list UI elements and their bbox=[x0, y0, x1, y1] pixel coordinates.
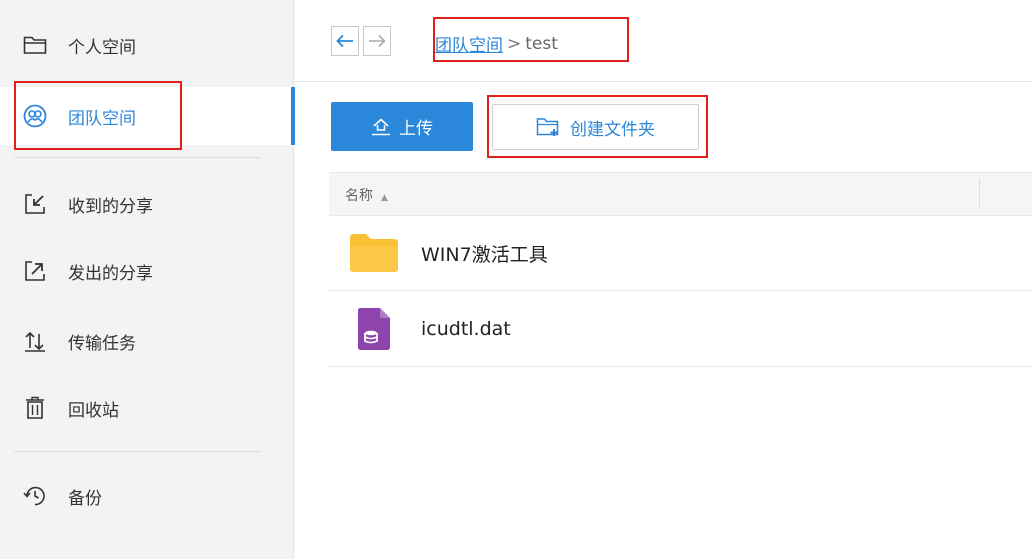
sidebar: 个人空间 团队空间 收到的分享 发出的分享 传输任务 回收站 备份 bbox=[0, 0, 295, 559]
column-header-name[interactable]: 名称 ▲ bbox=[345, 185, 388, 205]
sidebar-divider bbox=[14, 451, 260, 452]
sort-ascending-icon: ▲ bbox=[381, 193, 388, 203]
file-name: icudtl.dat bbox=[421, 318, 511, 340]
upload-icon bbox=[371, 117, 391, 136]
sidebar-item-label: 回收站 bbox=[68, 400, 119, 421]
received-share-icon bbox=[22, 191, 48, 217]
sidebar-item-recycle-bin[interactable]: 回收站 bbox=[0, 379, 294, 437]
file-row-folder[interactable]: WIN7激活工具 bbox=[329, 216, 1032, 291]
back-button[interactable] bbox=[331, 26, 359, 56]
forward-button[interactable] bbox=[363, 26, 391, 56]
sidebar-item-label: 备份 bbox=[68, 488, 102, 509]
arrow-right-icon bbox=[368, 34, 386, 48]
sidebar-item-label: 团队空间 bbox=[68, 108, 136, 129]
breadcrumb-current: test bbox=[525, 33, 558, 54]
new-folder-icon bbox=[536, 117, 560, 137]
sidebar-item-label: 收到的分享 bbox=[68, 196, 153, 217]
file-row-file[interactable]: icudtl.dat bbox=[329, 292, 1032, 367]
sidebar-item-label: 发出的分享 bbox=[68, 263, 153, 284]
create-folder-button[interactable]: 创建文件夹 bbox=[492, 104, 699, 150]
topbar: 团队空间 > test bbox=[295, 0, 1032, 82]
sidebar-item-personal-space[interactable]: 个人空间 bbox=[0, 16, 294, 74]
sidebar-item-received-shares[interactable]: 收到的分享 bbox=[0, 175, 294, 233]
team-icon bbox=[22, 103, 48, 129]
sidebar-item-sent-shares[interactable]: 发出的分享 bbox=[0, 242, 294, 300]
sidebar-divider bbox=[14, 157, 260, 158]
sidebar-item-backup[interactable]: 备份 bbox=[0, 467, 294, 525]
arrow-left-icon bbox=[336, 34, 354, 48]
breadcrumb-separator: > bbox=[507, 33, 522, 54]
breadcrumb-team-space[interactable]: 团队空间 bbox=[435, 31, 503, 56]
breadcrumb: 团队空间 > test bbox=[435, 31, 558, 57]
trash-icon bbox=[22, 395, 48, 421]
upload-button-label: 上传 bbox=[399, 119, 433, 139]
create-folder-button-label: 创建文件夹 bbox=[570, 119, 655, 140]
database-file-icon bbox=[347, 306, 401, 352]
sidebar-item-label: 个人空间 bbox=[68, 37, 136, 58]
transfer-icon bbox=[22, 328, 48, 354]
column-header-name-label: 名称 bbox=[345, 188, 373, 204]
column-divider[interactable] bbox=[979, 179, 980, 209]
sent-share-icon bbox=[22, 258, 48, 284]
file-list-header: 名称 ▲ bbox=[329, 172, 1032, 216]
sidebar-item-label: 传输任务 bbox=[68, 333, 136, 354]
file-name: WIN7激活工具 bbox=[421, 243, 548, 266]
backup-icon bbox=[22, 483, 48, 509]
sidebar-item-transfer-tasks[interactable]: 传输任务 bbox=[0, 312, 294, 370]
folder-icon bbox=[347, 230, 401, 276]
sidebar-item-team-space[interactable]: 团队空间 bbox=[0, 87, 295, 145]
folder-icon bbox=[22, 32, 48, 58]
upload-button[interactable]: 上传 bbox=[331, 102, 473, 151]
